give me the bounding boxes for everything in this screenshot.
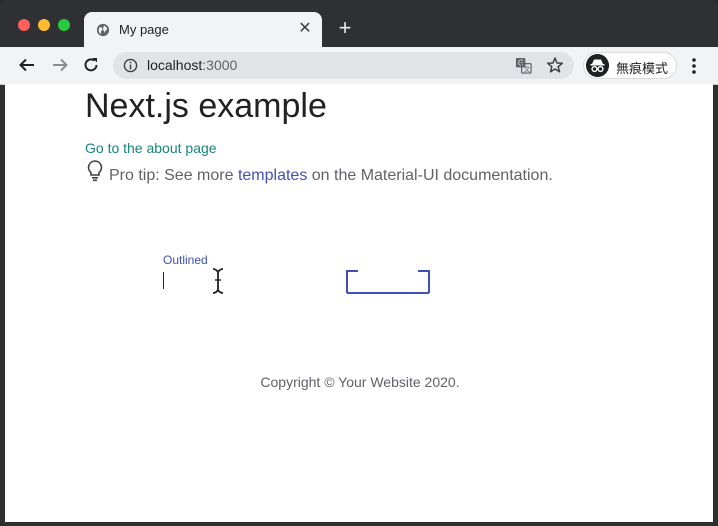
title-bar: My page ✕ + [0,0,718,48]
info-icon[interactable] [123,58,138,73]
incognito-profile-button[interactable]: 無痕模式 [583,52,677,79]
page-title: Next.js example [85,87,327,125]
templates-link[interactable]: templates [238,167,307,184]
reload-button[interactable] [79,53,103,77]
close-window-button[interactable] [18,19,30,31]
page-content: Next.js example Go to the about page Pro… [5,84,713,522]
reload-icon [84,58,98,72]
minimize-window-button[interactable] [38,19,50,31]
new-tab-button[interactable]: + [335,17,355,39]
outlined-field-label: Outlined [163,253,208,267]
incognito-label: 無痕模式 [616,62,669,77]
pro-tip-text: Pro tip: See more templates on the Mater… [109,167,553,185]
globe-icon [96,23,110,37]
back-button[interactable] [15,53,39,77]
tab-close-icon[interactable]: ✕ [297,21,313,37]
browser-window: My page ✕ + localhost:3000 G 文 無痕模式 Next… [0,0,718,526]
url-host: localhost [147,57,203,73]
back-arrow-icon [19,58,34,72]
pro-tip-prefix: Pro tip: See more [109,167,238,184]
outlined-text-field[interactable] [163,272,164,289]
star-icon[interactable] [546,56,564,74]
lightbulb-icon [87,160,103,182]
address-bar[interactable]: localhost:3000 G 文 [113,52,574,79]
browser-toolbar: localhost:3000 G 文 無痕模式 [0,47,718,85]
svg-text:文: 文 [524,65,531,74]
translate-icon[interactable]: G 文 [515,57,532,74]
incognito-icon [586,54,609,77]
more-vert-icon[interactable] [684,56,704,76]
tab-title: My page [119,22,169,37]
address-bar-url: localhost:3000 [147,57,237,73]
tab-my-page[interactable]: My page ✕ [84,12,322,48]
outlined-input-border[interactable] [346,270,430,294]
url-port: :3000 [202,57,238,73]
pro-tip-suffix: on the Material-UI documentation. [307,167,553,184]
about-page-link[interactable]: Go to the about page [85,140,217,156]
text-cursor-icon [212,268,224,294]
copyright-text: Copyright © Your Website 2020. [260,374,460,390]
forward-arrow-icon [53,58,68,72]
forward-button[interactable] [48,53,72,77]
maximize-window-button[interactable] [58,19,70,31]
